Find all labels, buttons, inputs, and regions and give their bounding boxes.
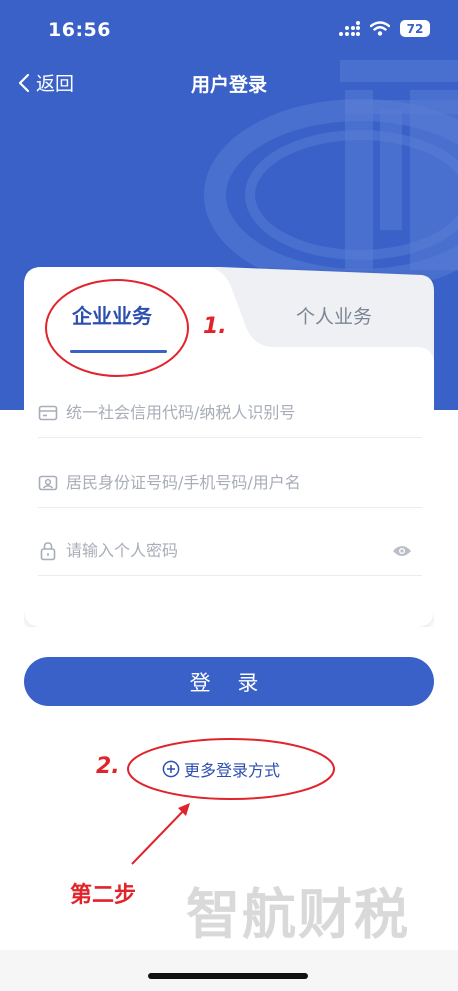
annotation-step-label: 第二步 — [70, 883, 137, 908]
page-title: 用户登录 — [190, 74, 267, 96]
bottom-area — [0, 950, 458, 991]
status-bar: 16:56 72 — [0, 0, 458, 60]
user-id-field — [38, 458, 422, 508]
more-login-label: 更多登录方式 — [184, 761, 281, 780]
password-input[interactable] — [66, 541, 384, 560]
login-card: 企业业务 个人业务 — [24, 267, 434, 627]
annotation-arrow-head — [178, 803, 190, 816]
tab-personal[interactable]: 个人业务 — [296, 302, 372, 329]
more-login-link[interactable]: 更多登录方式 — [162, 757, 280, 781]
home-indicator[interactable] — [148, 973, 308, 979]
annotation-step-2: 2. — [96, 754, 120, 779]
tab-enterprise[interactable]: 企业业务 — [72, 300, 152, 329]
plus-circle-icon — [162, 760, 180, 778]
nav-bar: 返回 用户登录 — [0, 62, 458, 102]
annotation-step-1: 1. — [203, 314, 227, 339]
wifi-icon — [370, 21, 390, 36]
status-time: 16:56 — [48, 19, 111, 41]
battery-level: 72 — [406, 21, 424, 36]
id-card-icon — [38, 403, 58, 423]
login-button[interactable]: 登 录 — [24, 657, 434, 706]
brand-watermark: 智航财税 — [186, 883, 410, 946]
user-card-icon — [38, 473, 58, 493]
credit-code-field — [38, 388, 422, 438]
annotation-arrow-line — [131, 805, 189, 865]
user-id-input[interactable] — [66, 473, 422, 492]
tab-active-indicator — [70, 350, 167, 353]
signal-icon — [339, 20, 360, 36]
battery-icon: 72 — [400, 20, 430, 37]
password-field — [38, 526, 422, 576]
eye-icon[interactable] — [392, 541, 412, 561]
credit-code-input[interactable] — [66, 403, 422, 422]
lock-icon — [38, 541, 58, 561]
status-icons: 72 — [338, 20, 430, 37]
